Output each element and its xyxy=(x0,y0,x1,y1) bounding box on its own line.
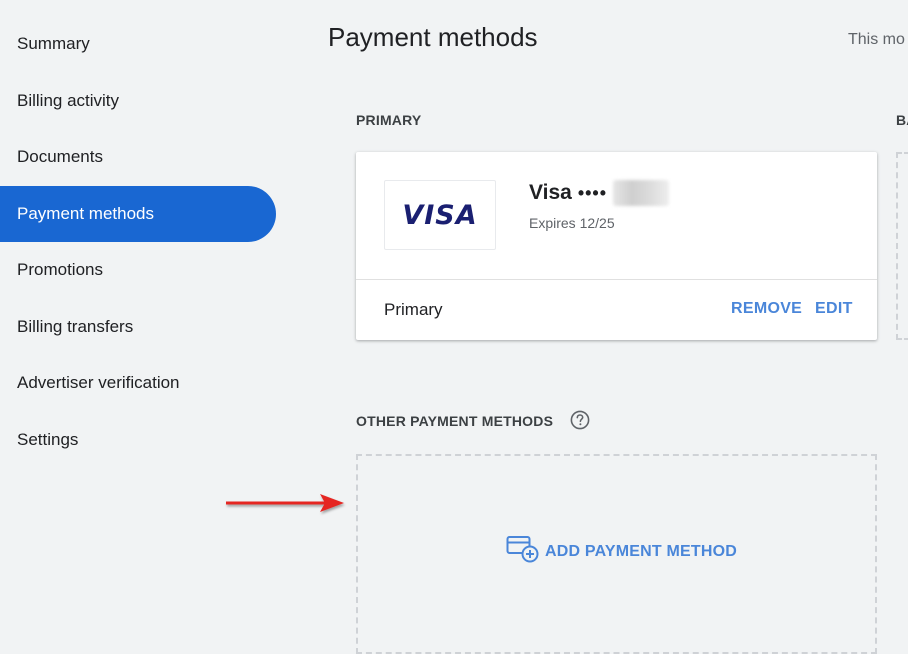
card-status: Primary xyxy=(384,300,443,319)
remove-button[interactable]: REMOVE xyxy=(731,300,802,318)
sidebar-item-billing-transfers[interactable]: Billing transfers xyxy=(0,299,276,355)
sidebar-item-promotions[interactable]: Promotions xyxy=(0,242,276,298)
edit-button[interactable]: EDIT xyxy=(815,300,853,318)
sidebar-nav: Summary Billing activity Documents Payme… xyxy=(0,0,290,637)
sidebar-item-billing-activity[interactable]: Billing activity xyxy=(0,73,276,129)
sidebar-item-advertiser-verification[interactable]: Advertiser verification xyxy=(0,355,276,411)
sidebar-item-payment-methods[interactable]: Payment methods xyxy=(0,186,276,242)
sidebar-item-settings[interactable]: Settings xyxy=(0,412,276,468)
annotation-arrow xyxy=(224,491,348,522)
add-card-icon xyxy=(506,534,540,569)
other-methods-section-label: OTHER PAYMENT METHODS xyxy=(356,413,554,429)
visa-logo: VISA xyxy=(384,180,496,250)
page-title: Payment methods xyxy=(328,22,538,52)
redacted-card-digits xyxy=(613,180,670,206)
card-expiry: Expires 12/25 xyxy=(529,215,615,231)
card-masked-digits: •••• xyxy=(577,182,608,203)
help-circle-icon[interactable] xyxy=(570,410,590,430)
side-section-label: BA xyxy=(896,112,908,128)
side-panel-placeholder xyxy=(896,152,908,340)
card-name: Visa •••• xyxy=(529,180,670,206)
period-selector[interactable]: This mo xyxy=(848,31,905,49)
sidebar-item-summary[interactable]: Summary xyxy=(0,16,276,72)
primary-payment-card: VISA Visa •••• Expires 12/25 Primary REM… xyxy=(356,152,877,340)
add-payment-method-button[interactable]: ADD PAYMENT METHOD xyxy=(506,534,737,569)
add-payment-method-label: ADD PAYMENT METHOD xyxy=(545,542,738,560)
card-divider xyxy=(356,279,877,280)
primary-section-label: PRIMARY xyxy=(356,112,422,128)
card-brand: Visa xyxy=(529,181,572,204)
sidebar-item-documents[interactable]: Documents xyxy=(0,129,276,185)
